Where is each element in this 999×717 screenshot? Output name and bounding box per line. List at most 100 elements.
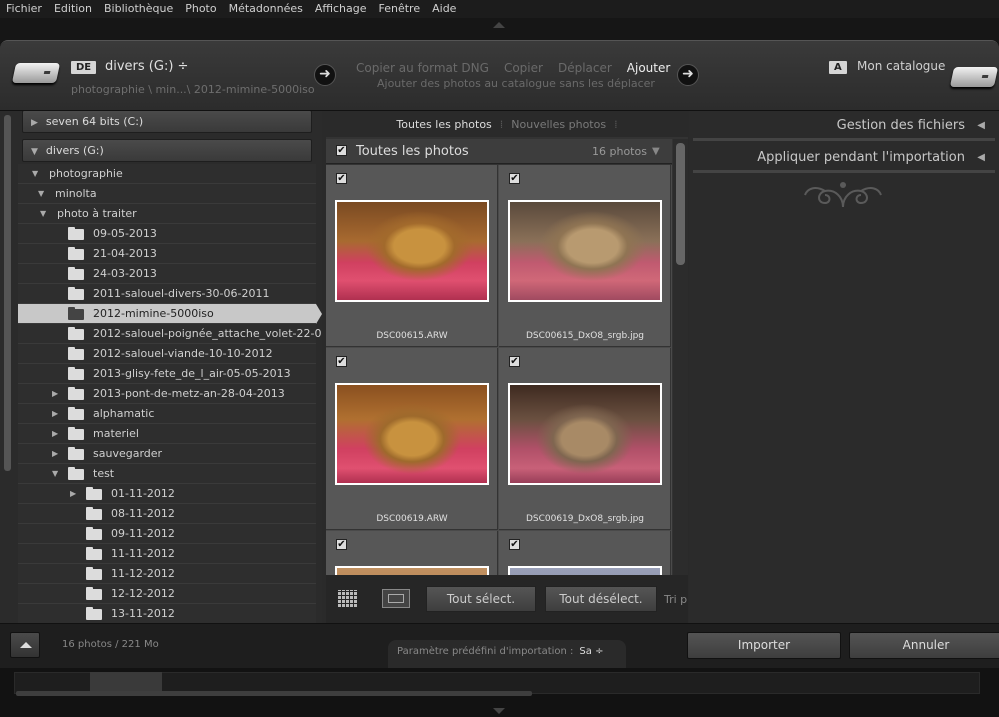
destination-name[interactable]: Mon catalogue xyxy=(857,59,945,73)
folder-tree-item[interactable]: 21-04-2013 xyxy=(18,244,316,264)
folder-tree-label: 08-11-2012 xyxy=(111,507,175,520)
select-all-checkbox[interactable]: ✔ xyxy=(336,145,347,156)
expand-down-icon[interactable]: ▼ xyxy=(32,164,38,184)
expand-right-icon[interactable]: ▶ xyxy=(52,424,58,444)
photo-checkbox[interactable]: ✔ xyxy=(336,356,347,367)
grid-view-icon[interactable] xyxy=(338,590,357,607)
import-mode-option[interactable]: Copier xyxy=(504,61,543,75)
loupe-view-icon[interactable] xyxy=(382,589,410,608)
folder-tree-item[interactable]: ▼ test xyxy=(18,464,316,484)
photo-thumbnail-cell[interactable]: ✔ DSC00619.ARW xyxy=(326,348,498,530)
photo-thumbnail-cell[interactable]: ✔ DSC00615_DxO8_srgb.jpg xyxy=(499,165,671,347)
folder-tree-item[interactable]: ▶ 2013-pont-de-metz-an-28-04-2013 xyxy=(18,384,316,404)
photo-checkbox[interactable]: ✔ xyxy=(509,539,520,550)
folder-tree-item[interactable]: ▼ minolta xyxy=(18,184,316,204)
menu-item[interactable]: Photo xyxy=(179,0,222,18)
tab-new-photos[interactable]: Nouvelles photos xyxy=(511,118,606,131)
top-panel-toggle-icon[interactable] xyxy=(493,22,505,28)
folder-tree-item[interactable]: ▶ materiel xyxy=(18,424,316,444)
folder-tree-item[interactable]: 09-11-2012 xyxy=(18,524,316,544)
expand-right-icon[interactable]: ▶ xyxy=(70,484,76,504)
folder-tree-item[interactable]: ▶ 01-11-2012 xyxy=(18,484,316,504)
grid-scrollbar[interactable] xyxy=(673,139,688,575)
bottom-panel-toggle-icon[interactable] xyxy=(493,708,505,714)
expand-right-icon[interactable]: ▶ xyxy=(52,384,58,404)
folder-tree-item[interactable]: ▼ photo à traiter xyxy=(18,204,316,224)
photo-checkbox[interactable]: ✔ xyxy=(336,173,347,184)
drive-item-c[interactable]: ▶ seven 64 bits (C:) xyxy=(22,111,312,133)
collapse-dialog-icon[interactable] xyxy=(10,632,40,658)
menu-item[interactable]: Edition xyxy=(48,0,98,18)
folder-tree-item[interactable]: 09-05-2013 xyxy=(18,224,316,244)
folder-tree-item[interactable]: 2012-salouel-poignée_attache_volet-22-07… xyxy=(18,324,322,344)
folder-tree-label: 2013-glisy-fete_de_l_air-05-05-2013 xyxy=(93,367,291,380)
tab-separator: ⁞ xyxy=(614,117,618,131)
grid-header-count: 16 photos xyxy=(592,145,647,158)
photo-checkbox[interactable]: ✔ xyxy=(336,539,347,550)
photo-grid: ✔ DSC00615.ARW ✔ DSC00615_DxO8_srgb.jpg ✔ DSC… xyxy=(326,165,672,575)
source-scrollbar[interactable] xyxy=(4,115,11,471)
folder-tree-label: 2012-mimine-5000iso xyxy=(93,307,214,320)
folder-tree-item[interactable]: 11-11-2012 xyxy=(18,544,316,564)
cat-photo-image[interactable] xyxy=(335,566,489,575)
folder-icon xyxy=(68,367,84,380)
folder-tree-item[interactable]: 2013-glisy-fete_de_l_air-05-05-2013 xyxy=(18,364,316,384)
folder-tree-item[interactable]: ▶ alphamatic xyxy=(18,404,316,424)
import-preset-select[interactable]: Sa ÷ xyxy=(579,646,603,657)
filmstrip-thumbnail[interactable] xyxy=(90,672,162,692)
folder-tree-label: alphamatic xyxy=(93,407,155,420)
import-mode-option[interactable]: Copier au format DNG xyxy=(356,61,489,75)
cancel-button[interactable]: Annuler xyxy=(849,632,999,659)
folder-tree-item[interactable]: 13-11-2012 xyxy=(18,604,316,623)
select-all-button[interactable]: Tout sélect. xyxy=(426,586,536,612)
expand-down-icon[interactable]: ▼ xyxy=(38,184,44,204)
folder-tree-item[interactable]: 08-11-2012 xyxy=(18,504,316,524)
cat-photo-image[interactable] xyxy=(508,383,662,485)
menu-item[interactable]: Métadonnées xyxy=(223,0,309,18)
menu-item[interactable]: Affichage xyxy=(309,0,373,18)
cat-photo-image[interactable] xyxy=(335,383,489,485)
photo-checkbox[interactable]: ✔ xyxy=(509,356,520,367)
photo-thumbnail-cell[interactable]: ✔ xyxy=(499,531,671,575)
photo-checkbox[interactable]: ✔ xyxy=(509,173,520,184)
expand-right-icon[interactable]: ▶ xyxy=(52,404,58,424)
folder-tree-item[interactable]: 2012-mimine-5000iso xyxy=(18,304,322,324)
import-dialog: DE divers (G:) ÷ photographie \ min...\ … xyxy=(0,40,999,670)
folder-tree-item[interactable]: 12-12-2012 xyxy=(18,584,316,604)
collapse-down-icon[interactable]: ▼ xyxy=(652,139,660,164)
photo-thumbnail-cell[interactable]: ✔ DSC00619_DxO8_srgb.jpg xyxy=(499,348,671,530)
source-selector[interactable]: divers (G:) ÷ xyxy=(105,59,188,74)
expand-right-icon[interactable]: ▶ xyxy=(52,444,58,464)
folder-tree-item[interactable]: ▶ sauvegarder xyxy=(18,444,316,464)
deselect-all-button[interactable]: Tout désélect. xyxy=(545,586,657,612)
grid-scrollbar-thumb[interactable] xyxy=(676,143,685,265)
folder-tree-item[interactable]: ▼ photographie xyxy=(18,164,316,184)
filmstrip-scrollbar[interactable] xyxy=(16,691,532,696)
cat-photo-image[interactable] xyxy=(508,200,662,302)
menu-item[interactable]: Aide xyxy=(426,0,462,18)
panel-file-handling[interactable]: Gestion des fichiers ◀ xyxy=(693,113,995,141)
cat-photo-image[interactable] xyxy=(335,200,489,302)
menu-item[interactable]: Bibliothèque xyxy=(98,0,179,18)
panel-apply-during-import[interactable]: Appliquer pendant l'importation ◀ xyxy=(693,145,995,173)
folder-icon xyxy=(86,567,102,580)
import-mode-option[interactable]: Déplacer xyxy=(558,61,612,75)
folder-tree-item[interactable]: 11-12-2012 xyxy=(18,564,316,584)
folder-tree-item[interactable]: 24-03-2013 xyxy=(18,264,316,284)
menu-item[interactable]: Fenêtre xyxy=(373,0,427,18)
import-button[interactable]: Importer xyxy=(687,632,841,659)
drive-item-g[interactable]: ▼ divers (G:) xyxy=(22,139,312,162)
tab-all-photos[interactable]: Toutes les photos xyxy=(396,118,491,131)
folder-tree-item[interactable]: 2011-salouel-divers-30-06-2011 xyxy=(18,284,316,304)
photo-thumbnail-cell[interactable]: ✔ xyxy=(326,531,498,575)
folder-tree-label: sauvegarder xyxy=(93,447,163,460)
menu-item[interactable]: Fichier xyxy=(0,0,48,18)
folder-icon xyxy=(68,227,84,240)
import-mode-option[interactable]: Ajouter xyxy=(627,61,671,75)
expand-down-icon[interactable]: ▼ xyxy=(52,464,58,484)
photo-thumbnail-cell[interactable]: ✔ DSC00615.ARW xyxy=(326,165,498,347)
cat-photo-image[interactable] xyxy=(508,566,662,575)
folder-tree-item[interactable]: 2012-salouel-viande-10-10-2012 xyxy=(18,344,316,364)
sort-label[interactable]: Tri p xyxy=(664,593,687,606)
expand-down-icon[interactable]: ▼ xyxy=(40,204,46,224)
